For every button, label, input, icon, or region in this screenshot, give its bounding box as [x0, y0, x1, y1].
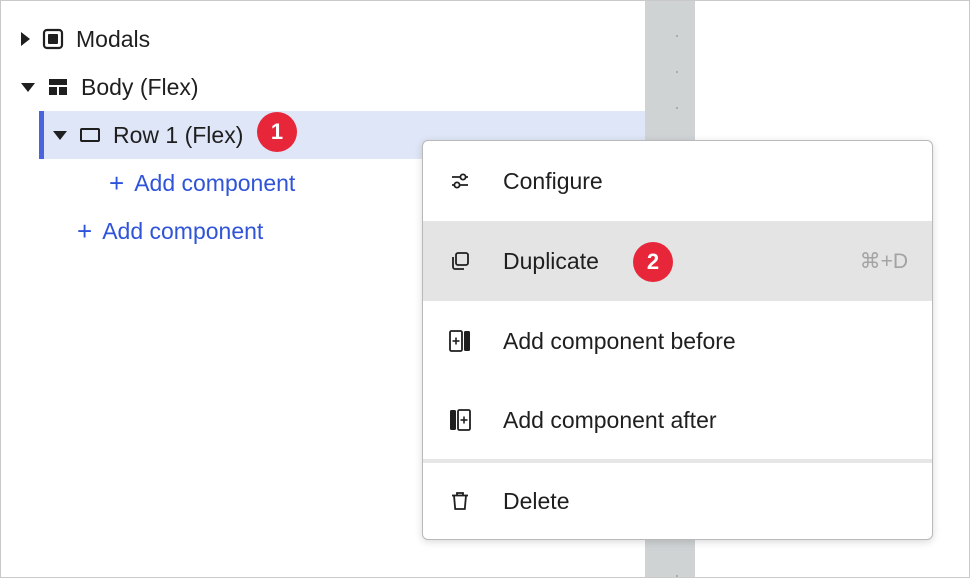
tree-item-modals[interactable]: Modals	[21, 15, 150, 63]
plus-icon: +	[109, 167, 125, 198]
grip-dot	[676, 71, 678, 73]
grip-dot	[676, 107, 678, 109]
add-component-link[interactable]: + Add component	[77, 207, 263, 255]
add-component-link[interactable]: + Add component	[109, 159, 295, 207]
menu-item-add-before[interactable]: Add component before	[423, 301, 932, 381]
add-component-label: Add component	[134, 169, 296, 196]
menu-item-label: Delete	[503, 487, 570, 514]
plus-icon: +	[77, 215, 93, 246]
selected-row-indicator	[39, 111, 44, 159]
duplicate-icon	[447, 248, 473, 274]
grip-dot	[676, 35, 678, 37]
menu-item-label: Add component after	[503, 406, 717, 433]
app-frame: Modals Body (Flex) Row 1 (Flex) 1 + Add …	[0, 0, 970, 578]
grip-dot	[676, 575, 678, 577]
expand-caret-icon[interactable]	[21, 32, 30, 46]
tree-item-label: Body (Flex)	[81, 73, 199, 100]
tree-item-label: Modals	[76, 25, 151, 52]
sliders-icon	[447, 168, 473, 194]
tree-item-label: Row 1 (Flex)	[113, 121, 244, 148]
menu-item-configure[interactable]: Configure	[423, 141, 932, 221]
menu-item-delete[interactable]: Delete	[423, 463, 932, 539]
tree-item-row1[interactable]: Row 1 (Flex)	[53, 111, 243, 159]
menu-item-label: Add component before	[503, 327, 736, 354]
tree-item-body[interactable]: Body (Flex)	[21, 63, 199, 111]
collapse-caret-icon[interactable]	[53, 130, 67, 140]
flex-layout-icon	[47, 76, 69, 98]
keyboard-shortcut: ⌘+D	[859, 249, 908, 273]
row-container-icon	[79, 124, 101, 146]
menu-item-add-after[interactable]: Add component after	[423, 381, 932, 459]
trash-icon	[447, 488, 473, 514]
modal-icon	[42, 28, 64, 50]
menu-item-label: Configure	[503, 167, 603, 194]
step-badge: 1	[257, 112, 297, 152]
add-before-icon	[447, 328, 473, 354]
menu-item-label: Duplicate	[503, 247, 599, 274]
menu-item-duplicate[interactable]: Duplicate ⌘+D	[423, 221, 932, 301]
context-menu: Configure Duplicate ⌘+D 2 Add component …	[422, 140, 933, 540]
step-badge: 2	[633, 242, 673, 282]
add-after-icon	[447, 407, 473, 433]
add-component-label: Add component	[102, 217, 264, 244]
collapse-caret-icon[interactable]	[21, 82, 35, 92]
